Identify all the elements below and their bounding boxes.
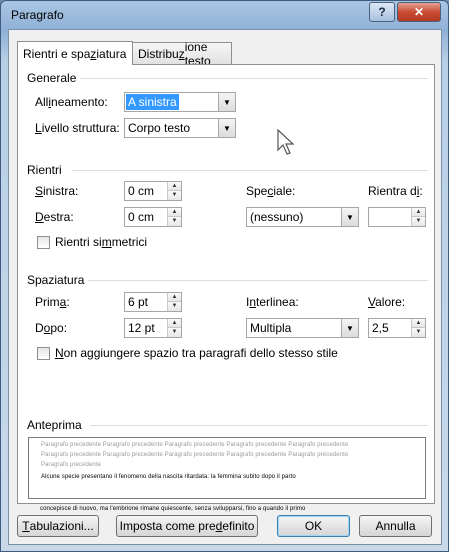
speciale-label: Speciale:: [246, 184, 296, 198]
chevron-down-icon[interactable]: ▼: [218, 93, 235, 111]
rientra-di-label: Rientra di:: [368, 184, 423, 198]
interlinea-value: Multipla: [250, 321, 292, 335]
prima-value: 6 pt: [128, 295, 149, 309]
tab-rientri-spaziatura[interactable]: Rientri e spa z iatura: [17, 41, 133, 65]
sinistra-value: 0 cm: [128, 184, 155, 198]
preview-previous-paragraph: Paragrafo precedente: [41, 462, 102, 468]
tab-distribuzione-testo[interactable]: Distribu z ione testo: [132, 40, 232, 68]
title-bar[interactable]: Paragrafo ? ✕: [1, 1, 448, 29]
section-title-spaziatura: Spaziatura: [27, 273, 85, 287]
paragraph-dialog: Paragrafo ? ✕ Rientri e spa z iatura Distr…: [0, 0, 449, 552]
preview-previous-paragraph: Paragrafo precedente Paragrafo precedent…: [41, 452, 349, 458]
mouse-pointer-icon: [277, 129, 295, 155]
tab-label: Distribu: [138, 46, 179, 61]
destra-label: Destra:: [35, 210, 74, 224]
imposta-predefinito-button[interactable]: Imposta come pre d efinito: [116, 515, 258, 537]
rientri-simmetrici-checkbox[interactable]: [37, 236, 50, 249]
section-title-generale: Generale: [27, 71, 77, 85]
spin-arrows-icon[interactable]: ▲ ▼: [167, 208, 181, 226]
separator: [72, 170, 428, 171]
preview-box: Paragrafo precedente Paragrafo precedent…: [28, 437, 426, 499]
preview-previous-paragraph: Paragrafo precedente Paragrafo precedent…: [41, 442, 349, 448]
dialog-title: Paragrafo: [11, 8, 64, 22]
annulla-button[interactable]: Annulla: [359, 515, 432, 537]
section-title-rientri: Rientri: [27, 163, 62, 177]
prima-label: Prima:: [35, 295, 70, 309]
preview-current-paragraph: concepisce di nuovo, ma l'embrione riman…: [40, 506, 306, 512]
spin-arrows-icon[interactable]: ▲ ▼: [167, 319, 181, 337]
chevron-down-icon[interactable]: ▼: [218, 119, 235, 137]
interlinea-dropdown[interactable]: Multipla ▼: [246, 318, 359, 338]
sinistra-label: Sinistra:: [35, 184, 79, 198]
prima-spinbox[interactable]: 6 pt ▲ ▼: [124, 292, 182, 312]
interlinea-label: Interlinea:: [246, 295, 299, 309]
speciale-value: (nessuno): [250, 210, 304, 224]
valore-label: Valore:: [368, 295, 406, 309]
allineamento-value: A sinistra: [126, 94, 179, 110]
spin-arrows-icon[interactable]: ▲ ▼: [411, 319, 425, 337]
spin-arrows-icon[interactable]: ▲ ▼: [167, 182, 181, 200]
tab-label: Rientri e spa: [23, 46, 91, 61]
allineamento-dropdown[interactable]: A sinistra ▼: [124, 92, 236, 112]
rientri-simmetrici-label: Rientri simmetrici: [55, 235, 148, 249]
livello-struttura-dropdown[interactable]: Corpo testo ▼: [124, 118, 236, 138]
sinistra-spinbox[interactable]: 0 cm ▲ ▼: [124, 181, 182, 201]
dialog-client-area: Rientri e spa z iatura Distribu z ione testo…: [8, 29, 442, 545]
close-button[interactable]: ✕: [397, 2, 441, 22]
livello-struttura-label: Livello struttura:: [35, 121, 120, 135]
separator: [88, 280, 428, 281]
spin-arrows-icon[interactable]: ▲ ▼: [167, 293, 181, 311]
tabulazioni-button[interactable]: Tabulazioni...: [17, 515, 99, 537]
dopo-value: 12 pt: [128, 321, 155, 335]
tab-panel: Generale Allineamento: A sinistra ▼ Live…: [17, 64, 435, 512]
chevron-down-icon[interactable]: ▼: [341, 319, 358, 337]
spin-arrows-icon[interactable]: ▲ ▼: [411, 208, 425, 226]
rientra-di-spinbox[interactable]: ▲ ▼: [368, 207, 426, 227]
help-button[interactable]: ?: [369, 2, 395, 22]
destra-value: 0 cm: [128, 210, 155, 224]
valore-value: 2,5: [372, 321, 389, 335]
dopo-label: Dopo:: [35, 321, 68, 335]
section-title-anteprima: Anteprima: [27, 418, 82, 432]
preview-current-paragraph: Alcune specie presentano il fenomeno del…: [41, 474, 296, 480]
separator: [90, 425, 428, 426]
livello-struttura-value: Corpo testo: [128, 121, 191, 135]
non-aggiungere-spazio-label: Non aggiungere spazio tra paragrafi dell…: [55, 346, 338, 360]
destra-spinbox[interactable]: 0 cm ▲ ▼: [124, 207, 182, 227]
valore-spinbox[interactable]: 2,5 ▲ ▼: [368, 318, 426, 338]
tab-label: iatura: [96, 46, 127, 61]
speciale-dropdown[interactable]: (nessuno) ▼: [246, 207, 359, 227]
separator: [80, 78, 428, 79]
ok-button[interactable]: OK: [277, 515, 350, 537]
chevron-down-icon[interactable]: ▼: [341, 208, 358, 226]
allineamento-label: Allineamento:: [35, 95, 108, 109]
non-aggiungere-spazio-checkbox[interactable]: [37, 347, 50, 360]
dopo-spinbox[interactable]: 12 pt ▲ ▼: [124, 318, 182, 338]
